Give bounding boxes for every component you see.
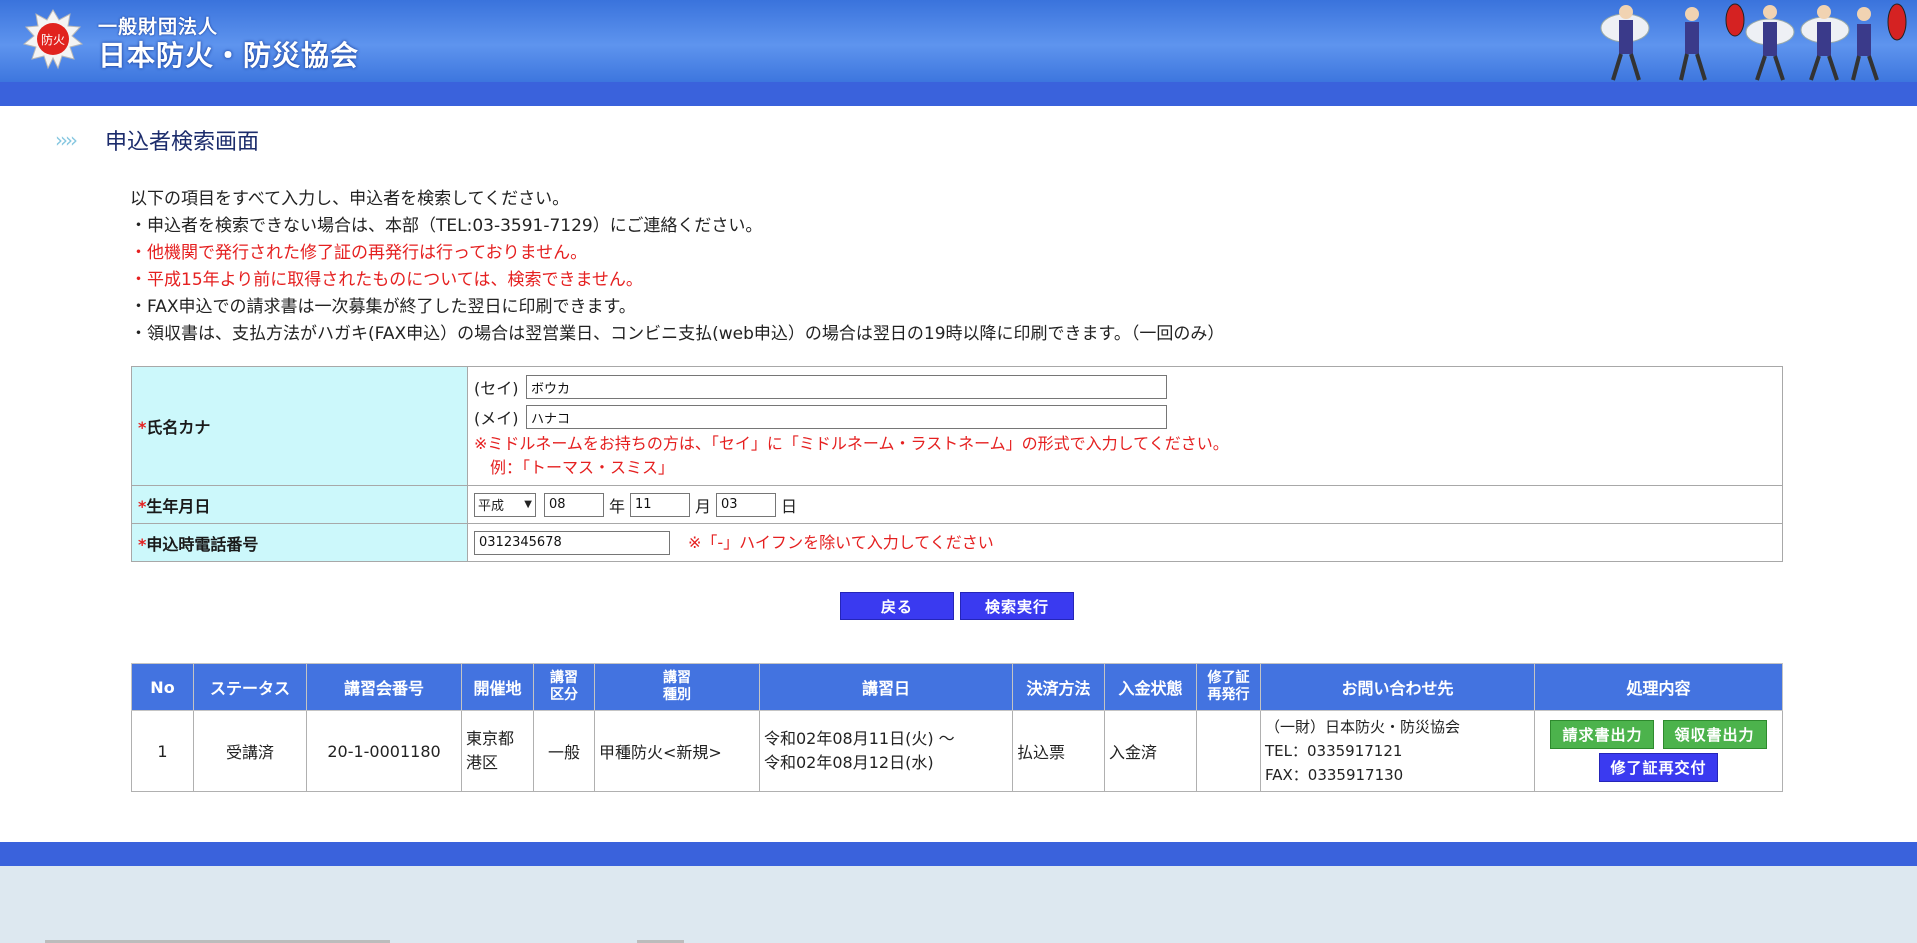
dob-label: *生年月日 [131, 485, 468, 524]
cell-deposit: 入金済 [1104, 710, 1197, 792]
col-reissue-line: 再発行 [1207, 687, 1250, 703]
month-unit: 月 [695, 496, 712, 516]
cell-venue-line: 港区 [466, 753, 499, 772]
sei-label: (セイ) [474, 379, 519, 398]
sei-input[interactable] [526, 375, 1167, 399]
col-course-no: 講習会番号 [306, 663, 462, 711]
invoice-output-button[interactable]: 請求書出力 [1550, 720, 1655, 749]
footer [0, 866, 1917, 943]
mei-label: (メイ) [474, 409, 519, 428]
phone-note: ※「-」ハイフンを除いて入力してください [688, 532, 994, 552]
cell-course-no: 20-1-0001180 [306, 710, 462, 792]
title-arrows-icon: ›››› [55, 128, 78, 152]
col-category-line: 講習 [550, 670, 578, 686]
phone-fields: ※「-」ハイフンを除いて入力してください [467, 523, 1783, 562]
cell-contact-line: （一財）日本防火・防災協会 [1265, 718, 1461, 736]
col-type: 講習 種別 [594, 663, 760, 711]
cell-reissue [1196, 710, 1261, 792]
mei-input[interactable] [526, 405, 1167, 429]
col-contact: お問い合わせ先 [1260, 663, 1535, 711]
day-unit: 日 [781, 496, 798, 516]
cell-payment: 払込票 [1012, 710, 1105, 792]
cell-date-line: 令和02年08月11日(火) 〜 [764, 729, 955, 748]
phone-label-text: 申込時電話番号 [146, 534, 259, 554]
year-input[interactable] [544, 492, 604, 517]
chevron-down-icon: ▼ [524, 499, 532, 510]
footer-band [0, 842, 1917, 866]
phone-input[interactable] [474, 530, 670, 555]
table-row: 1 受講済 20-1-0001180 東京都 港区 一般 甲種防火<新規> 令和… [131, 710, 1783, 792]
instruction-line: ・FAX申込での請求書は一次募集が終了した翌日に印刷できます。 [130, 297, 636, 317]
dob-label-text: 生年月日 [146, 496, 211, 516]
col-status: ステータス [193, 663, 307, 711]
name-kana-label-text: 氏名カナ [146, 418, 211, 437]
phone-label: *申込時電話番号 [131, 523, 468, 562]
cell-no: 1 [131, 710, 194, 792]
logo-icon[interactable]: 防火 [22, 8, 84, 70]
instruction-line-warning: ・平成15年より前に取得されたものについては、検索できません。 [130, 270, 643, 290]
era-select[interactable]: 平成 ▼ [474, 492, 536, 517]
cell-status: 受講済 [193, 710, 307, 792]
cell-category: 一般 [533, 710, 595, 792]
cell-actions: 請求書出力 領収書出力 修了証再交付 [1534, 710, 1783, 792]
back-button[interactable]: 戻る [840, 592, 954, 620]
col-reissue-line: 修了証 [1207, 670, 1250, 686]
col-action: 処理内容 [1534, 663, 1783, 711]
cell-date-line: 令和02年08月12日(水) [764, 753, 934, 772]
certificate-reissue-button[interactable]: 修了証再交付 [1599, 753, 1718, 782]
middle-name-note: ※ミドルネームをお持ちの方は、「セイ」に「ミドルネーム・ラストネーム」の形式で入… [474, 434, 1229, 453]
cell-contact-line: TEL：0335917121 [1265, 742, 1403, 760]
name-kana-fields: (セイ) (メイ) ※ミドルネームをお持ちの方は、「セイ」に「ミドルネーム・ラス… [467, 366, 1783, 486]
instruction-line: ・領収書は、支払方法がハガキ(FAX申込）の場合は翌営業日、コンビニ支払(web… [130, 324, 1225, 344]
receipt-output-button[interactable]: 領収書出力 [1662, 720, 1767, 749]
header-band [0, 82, 1917, 106]
cell-date: 令和02年08月11日(火) 〜 令和02年08月12日(水) [759, 710, 1013, 792]
instructions: 以下の項目をすべて入力し、申込者を検索してください。 ・申込者を検索できない場合… [130, 186, 1224, 348]
dob-fields: 平成 ▼ 年 月 日 [467, 485, 1783, 524]
col-deposit: 入金状態 [1104, 663, 1197, 711]
results-table: No ステータス 講習会番号 開催地 講習 区分 講習 種別 講習日 決済方法 入金… [131, 663, 1783, 792]
instruction-line: ・申込者を検索できない場合は、本部（TEL:03-3591-7129）にご連絡く… [130, 216, 763, 236]
era-select-value: 平成 [478, 499, 505, 514]
col-venue: 開催地 [461, 663, 534, 711]
col-type-line: 種別 [663, 687, 691, 703]
logo-mark-text: 防火 [41, 32, 65, 47]
col-type-line: 講習 [663, 670, 691, 686]
cell-venue: 東京都 港区 [461, 710, 534, 792]
col-no: No [131, 663, 194, 711]
day-input[interactable] [716, 492, 777, 517]
org-name: 日本防火・防災協会 [98, 39, 360, 72]
search-form: *氏名カナ (セイ) (メイ) ※ミドルネームをお持ちの方は、「セイ」に「ミドル… [131, 366, 1783, 562]
col-category: 講習 区分 [533, 663, 595, 711]
cell-contact-line: FAX：0335917130 [1265, 766, 1404, 784]
instruction-line: 以下の項目をすべて入力し、申込者を検索してください。 [130, 189, 570, 209]
cell-type: 甲種防火<新規> [594, 710, 760, 792]
col-payment: 決済方法 [1012, 663, 1105, 711]
search-button[interactable]: 検索実行 [960, 592, 1074, 620]
col-reissue: 修了証 再発行 [1196, 663, 1261, 711]
results-header-row: No ステータス 講習会番号 開催地 講習 区分 講習 種別 講習日 決済方法 入金… [131, 663, 1783, 711]
month-input[interactable] [630, 492, 691, 517]
col-date: 講習日 [759, 663, 1013, 711]
name-kana-label: *氏名カナ [131, 366, 468, 486]
col-category-line: 区分 [550, 687, 578, 703]
firefighter-figures-illustration [1600, 3, 1907, 81]
middle-name-example: 例：「トーマス・スミス」 [490, 458, 675, 477]
cell-contact: （一財）日本防火・防災協会 TEL：0335917121 FAX：0335917… [1260, 710, 1535, 792]
page-title: 申込者検索画面 [105, 130, 260, 155]
instruction-line-warning: ・他機関で発行された修了証の再発行は行っておりません。 [130, 243, 588, 263]
year-unit: 年 [609, 496, 626, 516]
cell-venue-line: 東京都 [466, 729, 515, 748]
